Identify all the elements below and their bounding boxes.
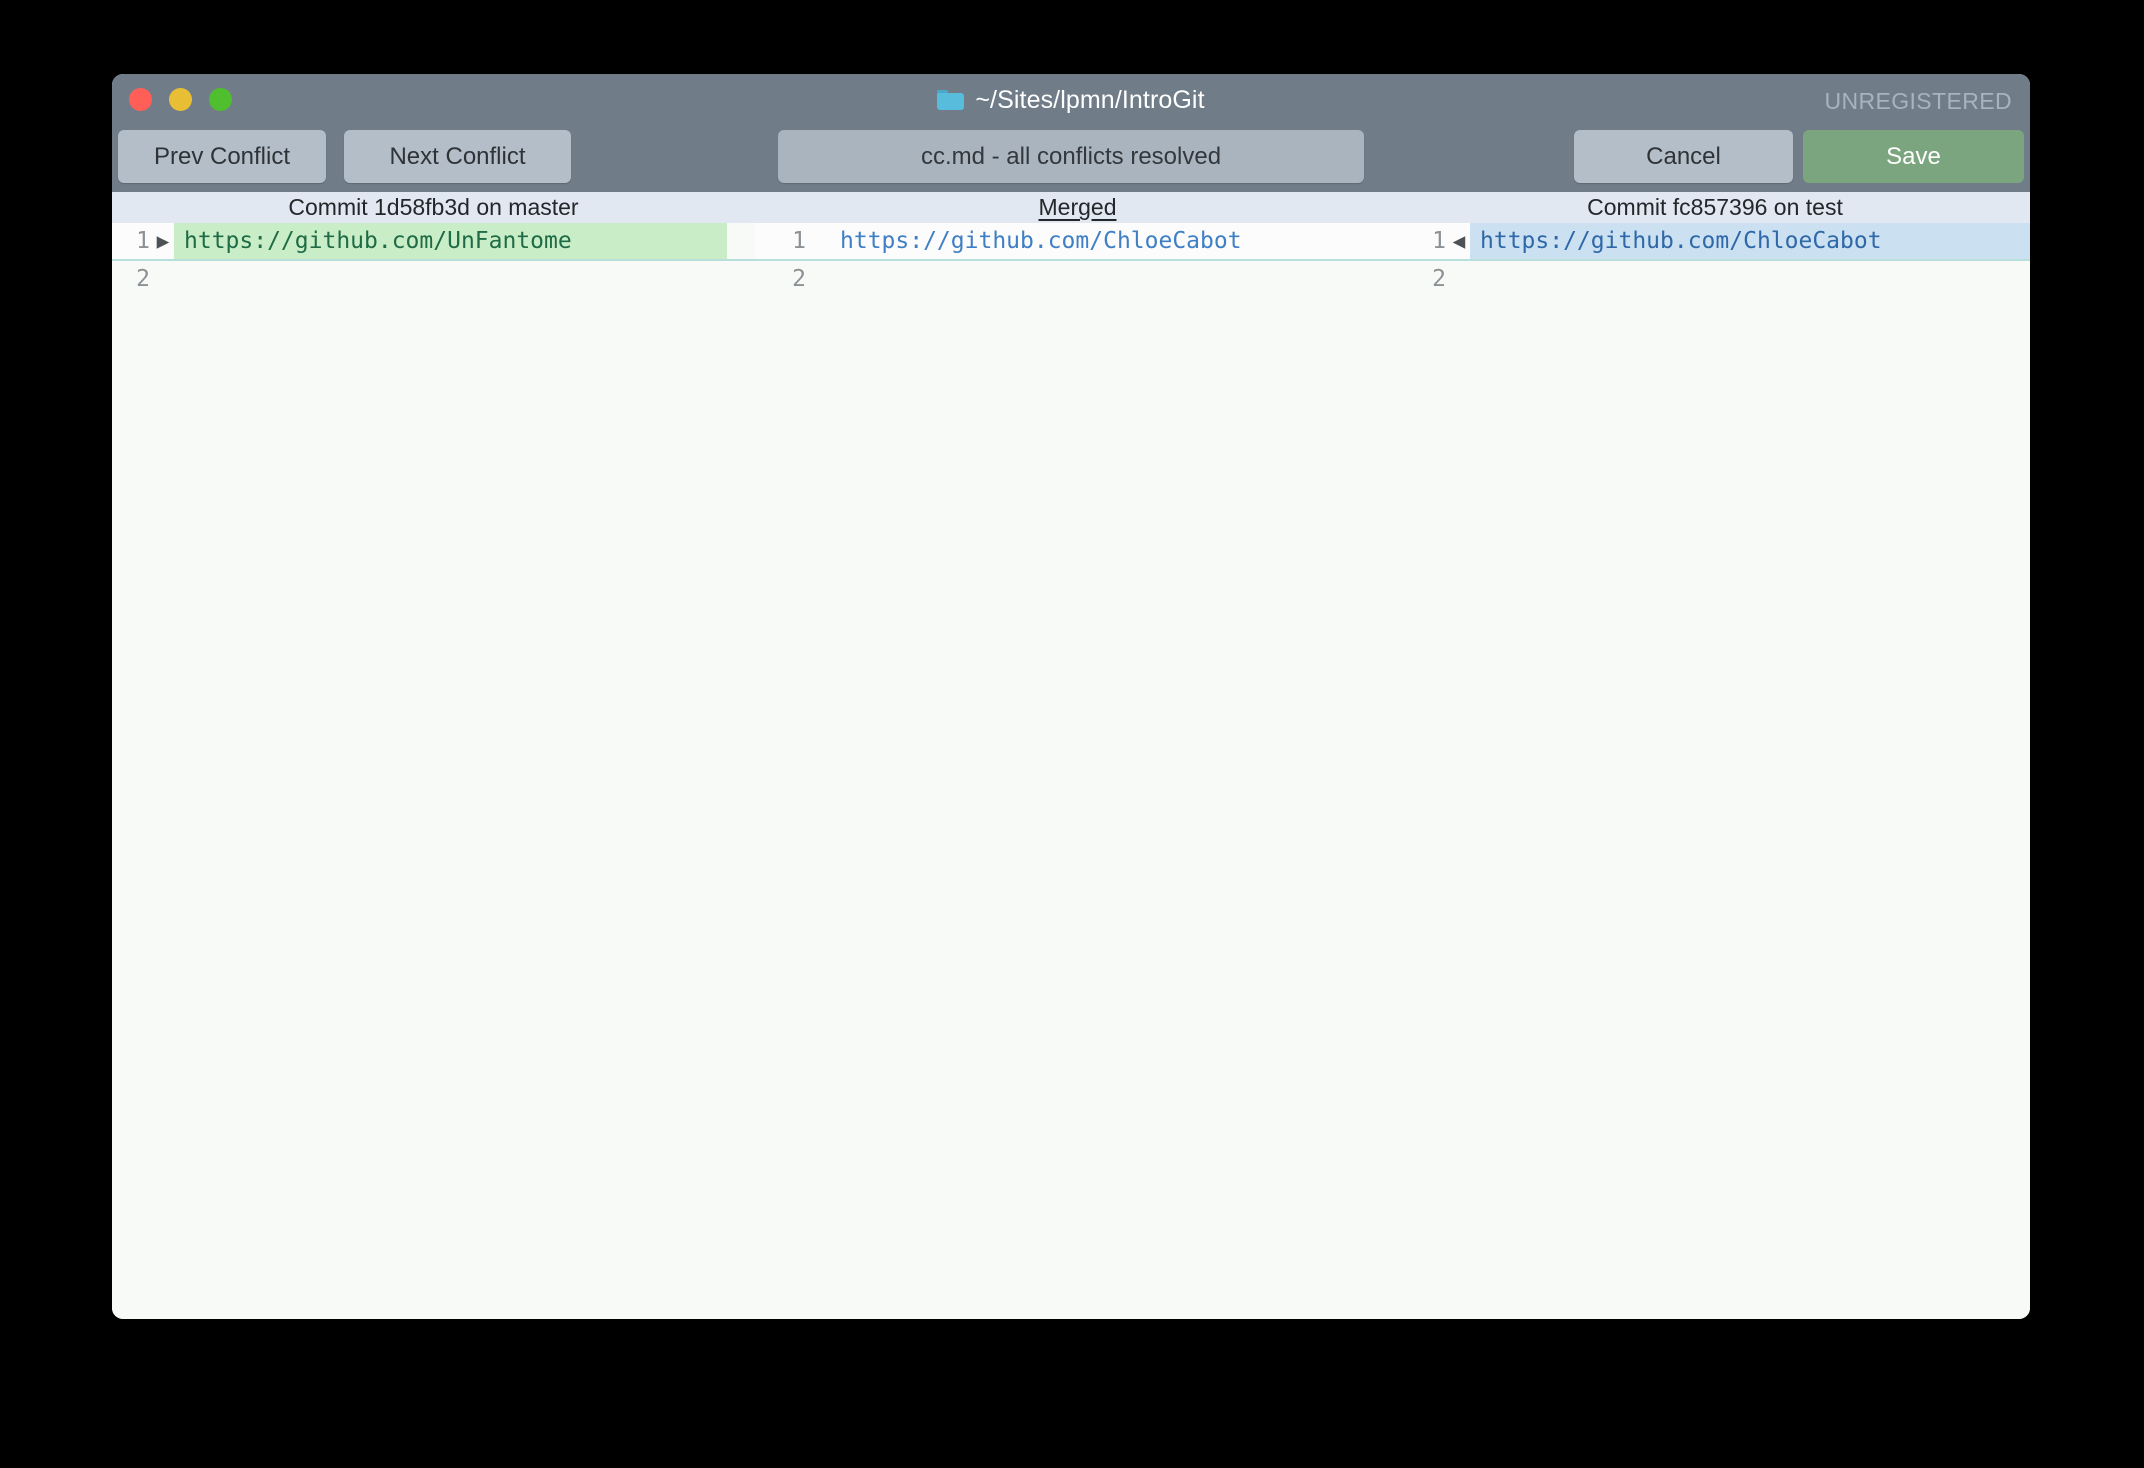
- line-number: 2: [755, 261, 808, 297]
- minimize-window-button[interactable]: [169, 88, 192, 111]
- line-number: 2: [112, 261, 152, 297]
- diff-column-headers: Commit 1d58fb3d on master Merged Commit …: [112, 192, 2030, 223]
- diff-line-row[interactable]: 2: [112, 261, 755, 297]
- cancel-button[interactable]: Cancel: [1574, 130, 1793, 183]
- marker-placeholder: [808, 261, 830, 297]
- diff-line-row[interactable]: 2: [1400, 261, 2030, 297]
- diff-line-row[interactable]: 1 ◀ https://github.com/ChloeCabot: [1400, 223, 2030, 261]
- column-header-left: Commit 1d58fb3d on master: [112, 192, 755, 223]
- diff-pane-merged[interactable]: 1 https://github.com/ChloeCabot 2: [755, 223, 1400, 1319]
- line-number: 2: [1400, 261, 1448, 297]
- window-title: ~/Sites/lpmn/IntroGit: [975, 85, 1205, 114]
- diff-body: 1 ▶ https://github.com/UnFantome 2 1 htt…: [112, 223, 2030, 1319]
- maximize-window-button[interactable]: [209, 88, 232, 111]
- diff-pane-right[interactable]: 1 ◀ https://github.com/ChloeCabot 2: [1400, 223, 2030, 1319]
- window-titlebar: ~/Sites/lpmn/IntroGit UNREGISTERED Prev …: [112, 74, 2030, 192]
- line-content[interactable]: [830, 261, 1400, 297]
- line-content[interactable]: [1470, 261, 2030, 297]
- unregistered-badge: UNREGISTERED: [1824, 88, 2012, 114]
- column-header-right: Commit fc857396 on test: [1400, 192, 2030, 223]
- traffic-lights: [129, 88, 232, 111]
- next-conflict-button[interactable]: Next Conflict: [344, 130, 571, 183]
- diff-pane-left[interactable]: 1 ▶ https://github.com/UnFantome 2: [112, 223, 755, 1319]
- diff-line-row[interactable]: 1 https://github.com/ChloeCabot: [755, 223, 1400, 261]
- line-content[interactable]: https://github.com/ChloeCabot: [830, 223, 1400, 259]
- take-right-arrow-icon[interactable]: ◀: [1448, 223, 1470, 259]
- line-number: 1: [755, 223, 808, 259]
- column-header-right-label: Commit fc857396 on test: [1587, 194, 1843, 220]
- marker-placeholder: [808, 223, 830, 259]
- close-window-button[interactable]: [129, 88, 152, 111]
- window-title-group: ~/Sites/lpmn/IntroGit: [112, 84, 2030, 116]
- line-content[interactable]: https://github.com/UnFantome: [174, 223, 727, 259]
- folder-icon: [937, 90, 965, 110]
- line-content[interactable]: https://github.com/ChloeCabot: [1470, 223, 2030, 259]
- marker-placeholder: [152, 261, 174, 297]
- diff-line-row[interactable]: 1 ▶ https://github.com/UnFantome: [112, 223, 755, 261]
- save-button[interactable]: Save: [1803, 130, 2024, 183]
- diff-line-row[interactable]: 2: [755, 261, 1400, 297]
- merge-conflict-window: ~/Sites/lpmn/IntroGit UNREGISTERED Prev …: [112, 74, 2030, 1319]
- prev-conflict-button[interactable]: Prev Conflict: [118, 130, 326, 183]
- column-header-merged: Merged: [755, 192, 1400, 223]
- take-left-arrow-icon[interactable]: ▶: [152, 223, 174, 259]
- line-content[interactable]: [174, 261, 755, 297]
- line-number: 1: [1400, 223, 1448, 259]
- conflict-status-field: cc.md - all conflicts resolved: [778, 130, 1364, 183]
- column-header-left-label: Commit 1d58fb3d on master: [288, 194, 579, 220]
- line-number: 1: [112, 223, 152, 259]
- marker-placeholder: [1448, 261, 1470, 297]
- column-header-merged-label: Merged: [1038, 194, 1117, 220]
